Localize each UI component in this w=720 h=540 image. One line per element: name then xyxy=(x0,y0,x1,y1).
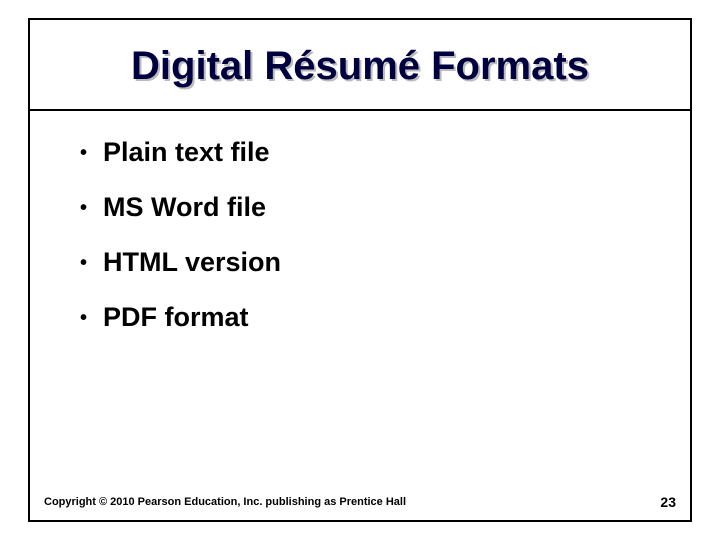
slide-frame: Digital Résumé Formats • Plain text file… xyxy=(28,18,692,522)
list-item: • MS Word file xyxy=(80,192,650,223)
bullet-icon: • xyxy=(80,253,87,273)
title-block: Digital Résumé Formats xyxy=(30,20,690,111)
list-item: • PDF format xyxy=(80,302,650,333)
page-number: 23 xyxy=(660,494,676,510)
copyright-text: Copyright © 2010 Pearson Education, Inc.… xyxy=(44,496,406,508)
bullet-icon: • xyxy=(80,198,87,218)
list-item: • Plain text file xyxy=(80,137,650,168)
bullet-icon: • xyxy=(80,308,87,328)
bullet-icon: • xyxy=(80,143,87,163)
bullet-text: HTML version xyxy=(103,247,281,278)
footer: Copyright © 2010 Pearson Education, Inc.… xyxy=(44,494,676,510)
slide-title: Digital Résumé Formats xyxy=(50,44,670,89)
bullet-text: PDF format xyxy=(103,302,249,333)
content-area: • Plain text file • MS Word file • HTML … xyxy=(30,111,690,367)
bullet-text: MS Word file xyxy=(103,192,266,223)
list-item: • HTML version xyxy=(80,247,650,278)
bullet-text: Plain text file xyxy=(103,137,270,168)
